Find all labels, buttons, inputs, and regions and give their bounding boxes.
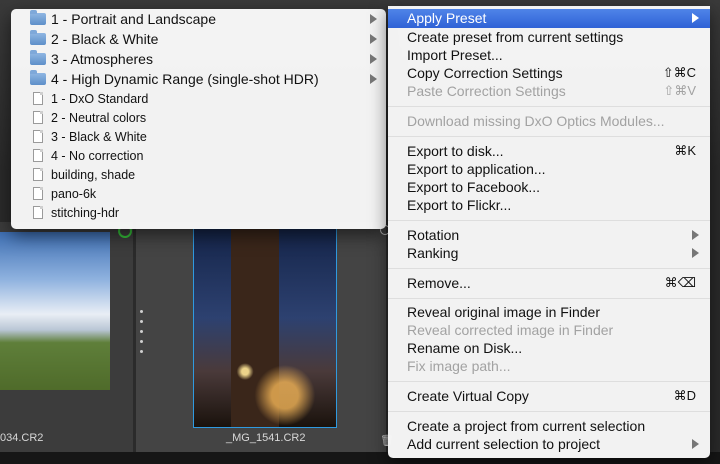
menu-separator <box>388 411 710 412</box>
folder-icon <box>30 70 46 85</box>
menu-item-create-preset[interactable]: Create preset from current settings <box>388 28 710 47</box>
submenu-arrow-icon <box>692 439 699 449</box>
preset-item[interactable]: 1 - DxO Standard <box>11 90 386 109</box>
menu-item-paste-correction: Paste Correction Settings ⇧⌘V <box>407 83 696 99</box>
submenu-arrow-icon <box>370 54 377 64</box>
menu-item-reveal-original[interactable]: Reveal original image in Finder <box>388 303 710 322</box>
submenu-arrow-icon <box>370 14 377 24</box>
document-icon <box>33 149 43 162</box>
document-icon <box>33 187 43 200</box>
menu-item-add-to-project[interactable]: Add current selection to project <box>388 435 710 454</box>
document-icon <box>33 130 43 143</box>
menu-separator <box>388 106 710 107</box>
landscape-photo-thumbnail[interactable] <box>0 232 110 390</box>
menu-item-export-application[interactable]: Export to application... <box>388 160 710 179</box>
preset-folder-item[interactable]: 1 - Portrait and Landscape <box>11 10 386 29</box>
menu-item-import-preset[interactable]: Import Preset... <box>388 46 710 65</box>
menu-separator <box>388 381 710 382</box>
preset-item[interactable]: building, shade <box>11 166 386 185</box>
folder-icon <box>30 30 46 45</box>
shortcut-label: ⌘⌫ <box>664 275 696 290</box>
drag-handle[interactable] <box>140 310 143 360</box>
building-photo-thumbnail[interactable] <box>193 228 337 428</box>
submenu-arrow-icon <box>370 74 377 84</box>
submenu-arrow-icon <box>692 248 699 258</box>
folder-icon <box>30 10 46 25</box>
preset-folder-item[interactable]: 3 - Atmospheres <box>11 50 386 69</box>
preset-item[interactable]: 4 - No correction <box>11 147 386 166</box>
submenu-arrow-icon <box>370 34 377 44</box>
menu-item-virtual-copy[interactable]: Create Virtual Copy ⌘D <box>388 387 710 406</box>
preset-submenu: 1 - Portrait and Landscape 2 - Black & W… <box>11 9 386 229</box>
menu-item-apply-preset[interactable]: Apply Preset <box>388 9 710 28</box>
shortcut-label: ⌘D <box>673 388 696 403</box>
menu-item-ranking[interactable]: Ranking <box>388 244 710 263</box>
shortcut-label: ⇧⌘V <box>663 83 696 98</box>
preset-folder-item[interactable]: 4 - High Dynamic Range (single-shot HDR) <box>11 70 386 89</box>
shortcut-label: ⌘K <box>674 143 696 158</box>
preset-item[interactable]: stitching-hdr <box>11 204 386 223</box>
menu-separator <box>388 298 710 299</box>
menu-item-fix-path: Fix image path... <box>407 358 511 374</box>
menu-item-export-disk[interactable]: Export to disk... ⌘K <box>388 142 710 161</box>
document-icon <box>33 206 43 219</box>
preset-item[interactable]: pano-6k <box>11 185 386 204</box>
menu-separator <box>388 268 710 269</box>
menu-item-export-flickr[interactable]: Export to Flickr... <box>388 196 710 215</box>
preset-item[interactable]: 3 - Black & White <box>11 128 386 147</box>
thumbnail-caption: 034.CR2 <box>0 432 44 444</box>
preset-item[interactable]: 2 - Neutral colors <box>11 109 386 128</box>
context-menu: Apply Preset Create preset from current … <box>388 6 710 458</box>
preset-folder-item[interactable]: 2 - Black & White <box>11 30 386 49</box>
document-icon <box>33 168 43 181</box>
submenu-arrow-icon <box>692 13 699 23</box>
menu-item-export-facebook[interactable]: Export to Facebook... <box>388 178 710 197</box>
thumbnail-caption: _MG_1541.CR2 <box>226 432 306 444</box>
menu-item-copy-correction[interactable]: Copy Correction Settings ⇧⌘C <box>388 64 710 83</box>
submenu-arrow-icon <box>692 230 699 240</box>
shortcut-label: ⇧⌘C <box>662 65 696 80</box>
document-icon <box>33 111 43 124</box>
folder-icon <box>30 50 46 65</box>
menu-item-create-project[interactable]: Create a project from current selection <box>388 417 710 436</box>
menu-separator <box>388 136 710 137</box>
menu-separator <box>388 220 710 221</box>
document-icon <box>33 92 43 105</box>
menu-item-download-modules: Download missing DxO Optics Modules... <box>407 113 665 129</box>
menu-item-reveal-corrected: Reveal corrected image in Finder <box>407 322 614 338</box>
menu-item-rotation[interactable]: Rotation <box>388 226 710 245</box>
menu-item-rename-disk[interactable]: Rename on Disk... <box>388 339 710 358</box>
menu-item-remove[interactable]: Remove... ⌘⌫ <box>388 274 710 293</box>
